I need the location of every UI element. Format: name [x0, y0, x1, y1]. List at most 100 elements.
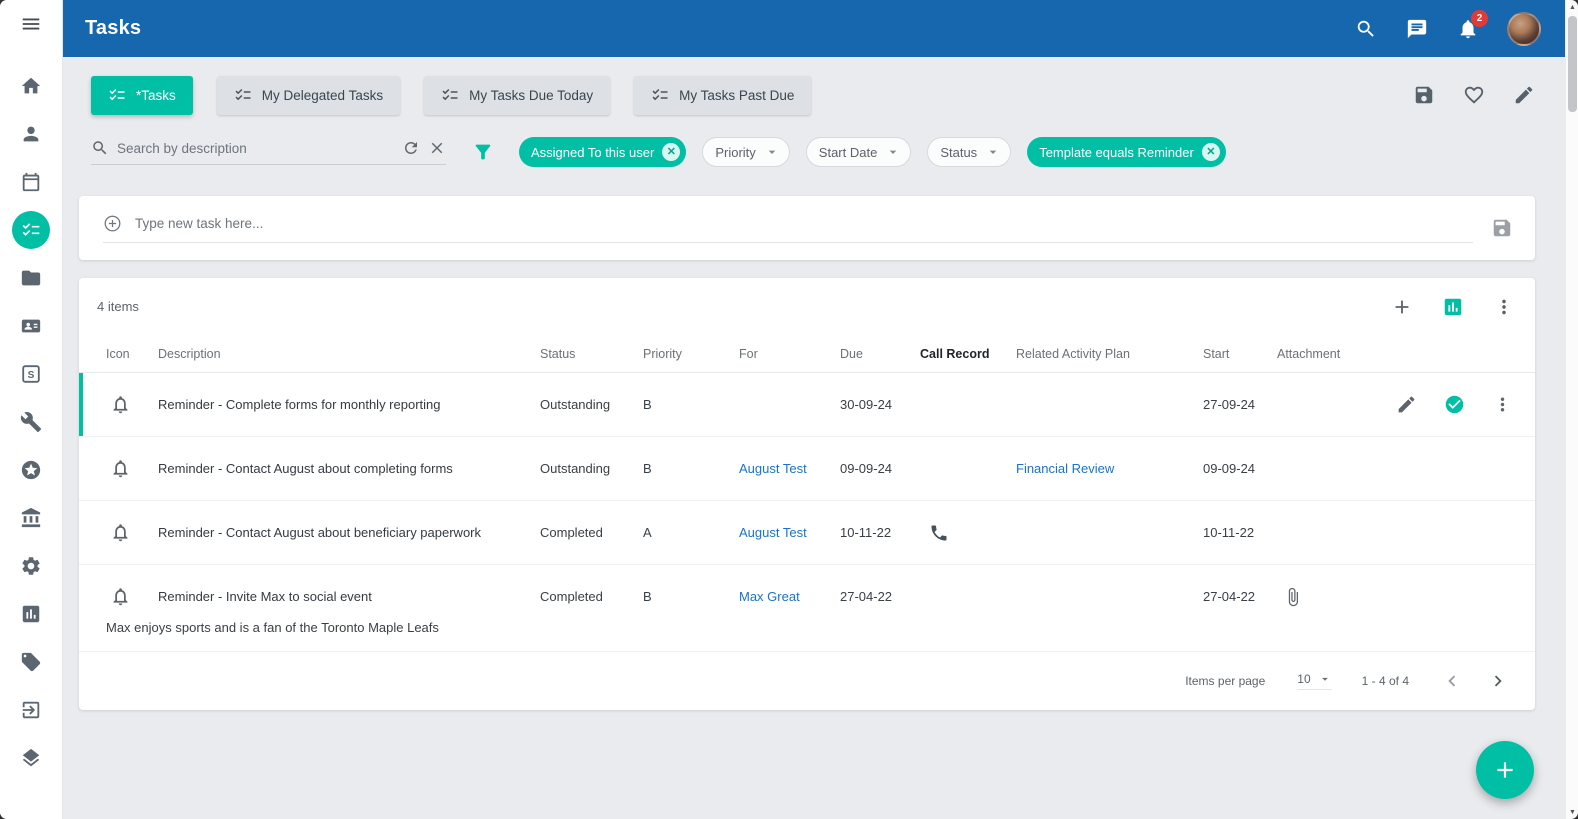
favorite-view-button[interactable]: [1463, 84, 1485, 106]
new-task-field: [103, 214, 1473, 243]
sidebar-item-tools[interactable]: [11, 402, 51, 442]
person-icon: [20, 123, 42, 145]
refresh-icon[interactable]: [402, 139, 420, 157]
call-record-icon[interactable]: [929, 523, 949, 543]
kebab-menu-icon: [1493, 296, 1515, 318]
chip-label: Assigned To this user: [531, 145, 654, 160]
scroll-down-arrow[interactable]: ▼: [1566, 805, 1578, 819]
add-task-button[interactable]: [1391, 296, 1413, 318]
chat-button[interactable]: [1405, 17, 1429, 41]
tab-my-tasks-due-today[interactable]: My Tasks Due Today: [424, 76, 610, 115]
table-row[interactable]: Reminder - Contact August about benefici…: [79, 501, 1535, 565]
sidebar-item-stars[interactable]: [11, 450, 51, 490]
remove-filter-icon[interactable]: ✕: [1202, 143, 1220, 161]
next-page-button[interactable]: [1487, 670, 1509, 692]
edit-task-icon[interactable]: [1396, 394, 1417, 415]
complete-task-icon[interactable]: [1444, 394, 1465, 415]
search-icon: [91, 139, 109, 157]
tab-tasks[interactable]: *Tasks: [91, 76, 193, 115]
clear-search-icon[interactable]: [428, 139, 446, 157]
reminder-bell-icon: [110, 458, 131, 479]
sidebar-item-tasks[interactable]: [12, 211, 50, 249]
filter-chip-priority[interactable]: Priority: [702, 137, 789, 167]
filter-chip-assigned-to-this-user[interactable]: Assigned To this user ✕: [519, 137, 686, 167]
sidebar-item-tags[interactable]: [11, 642, 51, 682]
task-for-link[interactable]: Max Great: [739, 589, 800, 604]
notification-badge: 2: [1471, 10, 1488, 27]
pencil-icon: [1513, 84, 1535, 106]
sidebar-item-exit[interactable]: [11, 690, 51, 730]
save-view-button[interactable]: [1413, 84, 1435, 106]
sidebar-item-contacts[interactable]: [11, 306, 51, 346]
sidebar-menu-button[interactable]: [11, 4, 51, 44]
task-due-date: 27-04-22: [840, 589, 920, 604]
table-more-button[interactable]: [1493, 296, 1515, 318]
sidebar-item-calendar[interactable]: [11, 162, 51, 202]
attachment-icon[interactable]: [1283, 587, 1303, 607]
scroll-up-arrow[interactable]: ▲: [1566, 0, 1578, 14]
task-description: Reminder - Contact August about completi…: [158, 461, 540, 476]
search-button[interactable]: [1354, 17, 1378, 41]
scrollbar-thumb[interactable]: [1568, 16, 1577, 112]
edit-view-button[interactable]: [1513, 84, 1535, 106]
page-size-select[interactable]: 10: [1297, 672, 1331, 690]
table-row[interactable]: Reminder - Invite Max to social event Co…: [79, 565, 1535, 652]
sidebar-item-reports[interactable]: [11, 594, 51, 634]
sidebar-item-person[interactable]: [11, 114, 51, 154]
table-body: Reminder - Complete forms for monthly re…: [79, 373, 1535, 652]
previous-page-button[interactable]: [1441, 670, 1463, 692]
add-circle-icon[interactable]: [103, 214, 122, 233]
task-status: Outstanding: [540, 461, 643, 476]
task-status: Outstanding: [540, 397, 643, 412]
task-view-tabs: *Tasks My Delegated Tasks My Tasks Due T…: [91, 76, 811, 115]
row-more-icon[interactable]: [1492, 394, 1513, 415]
sidebar-item-layers[interactable]: [11, 738, 51, 778]
related-activity-plan-link[interactable]: Financial Review: [1016, 461, 1114, 476]
bank-icon: [20, 507, 42, 529]
star-circle-icon: [20, 459, 42, 481]
calendar-icon: [20, 171, 42, 193]
task-due-date: 30-09-24: [840, 397, 920, 412]
filter-chip-template-equals-reminder[interactable]: Template equals Reminder ✕: [1027, 137, 1226, 167]
add-task-fab[interactable]: [1476, 741, 1534, 799]
sidebar-item-folder[interactable]: [11, 258, 51, 298]
search-input[interactable]: [117, 141, 394, 156]
task-due-date: 10-11-22: [840, 525, 920, 540]
task-start-date: 27-04-22: [1203, 589, 1277, 604]
plus-icon: [1492, 757, 1518, 783]
tab-my-tasks-past-due[interactable]: My Tasks Past Due: [634, 76, 811, 115]
sidebar-item-s-module[interactable]: S: [11, 354, 51, 394]
menu-icon: [20, 13, 42, 35]
column-header-for: For: [739, 347, 840, 361]
task-for-link[interactable]: August Test: [739, 461, 807, 476]
vertical-scrollbar[interactable]: ▲ ▼: [1565, 0, 1578, 819]
sidebar-item-settings[interactable]: [11, 546, 51, 586]
filter-chip-start-date[interactable]: Start Date: [806, 137, 912, 167]
remove-filter-icon[interactable]: ✕: [662, 143, 680, 161]
page-size-value: 10: [1297, 672, 1310, 686]
task-priority: B: [643, 397, 739, 412]
filter-chip-status[interactable]: Status: [927, 137, 1011, 167]
table-row[interactable]: Reminder - Contact August about completi…: [79, 437, 1535, 501]
tab-my-delegated-tasks[interactable]: My Delegated Tasks: [217, 76, 400, 115]
chevron-down-icon: [985, 144, 1001, 160]
filter-funnel-button[interactable]: [472, 141, 494, 163]
column-header-call-record: Call Record: [920, 347, 1016, 361]
sidebar-item-bank[interactable]: [11, 498, 51, 538]
column-header-related-activity-plan: Related Activity Plan: [1016, 347, 1203, 361]
table-row[interactable]: Reminder - Complete forms for monthly re…: [79, 373, 1535, 437]
notifications-button[interactable]: 2: [1456, 17, 1480, 41]
save-icon: [1413, 84, 1435, 106]
new-task-input[interactable]: [135, 216, 1473, 231]
chart-view-button[interactable]: [1442, 296, 1464, 318]
task-status: Completed: [540, 589, 643, 604]
sidebar-item-home[interactable]: [11, 66, 51, 106]
task-priority: A: [643, 525, 739, 540]
tab-label: My Tasks Due Today: [469, 88, 593, 103]
app-header: Tasks 2: [63, 0, 1565, 57]
task-due-date: 09-09-24: [840, 461, 920, 476]
task-for-link[interactable]: August Test: [739, 525, 807, 540]
sidebar-nav: S: [11, 62, 51, 782]
save-new-task-button[interactable]: [1491, 217, 1513, 239]
user-avatar[interactable]: [1507, 12, 1541, 46]
